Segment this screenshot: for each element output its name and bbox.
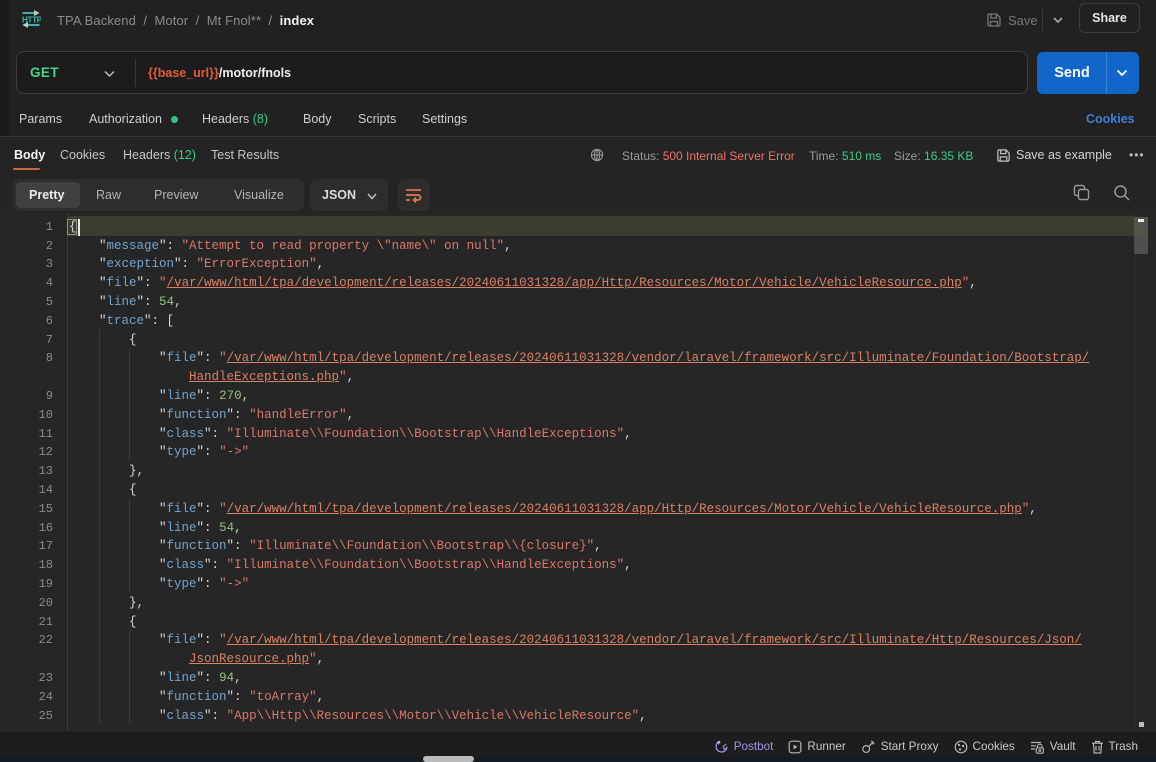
svg-text:HTTP: HTTP — [22, 16, 41, 25]
